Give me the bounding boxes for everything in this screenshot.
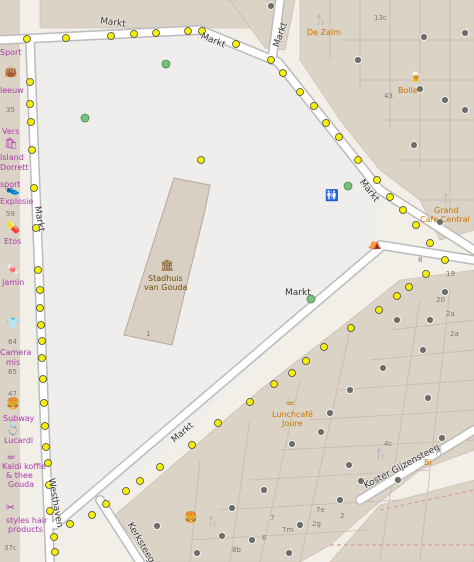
shop-icon[interactable]: 💊 <box>6 222 20 233</box>
fork-knife-icon[interactable]: 🍴 <box>314 14 328 25</box>
map-canvas <box>0 0 474 562</box>
cup-icon[interactable]: ☕ <box>285 396 295 407</box>
jewelry-icon[interactable]: 💍 <box>6 424 20 435</box>
food-icon[interactable]: 🍔 <box>6 398 20 409</box>
map-view[interactable]: Markt Markt Markt Markt Markt Markt West… <box>0 0 474 562</box>
shop-icon[interactable]: 🛍 <box>4 138 18 149</box>
toilets-icon[interactable]: 🚻 <box>325 190 339 201</box>
townhall-icon[interactable]: 🏛 <box>160 260 174 271</box>
food-icon[interactable]: 🍔 <box>184 512 198 523</box>
building-strip-west <box>0 0 20 562</box>
shop-icon[interactable]: 👟 <box>6 184 20 195</box>
hair-icon[interactable]: ✂ <box>6 502 15 513</box>
fork-knife-icon[interactable]: 🍴 <box>441 193 455 204</box>
drink-icon[interactable]: 🍺 <box>409 72 423 83</box>
cup-icon[interactable]: ☕ <box>6 450 16 461</box>
fork-knife-icon[interactable]: 🍴 <box>432 444 446 455</box>
shop-icon[interactable]: 👜 <box>4 66 18 77</box>
shelter-icon[interactable]: ⛺ <box>368 238 382 249</box>
fork-knife-icon[interactable]: 🍴 <box>206 516 220 527</box>
fork-knife-icon[interactable]: 🍴 <box>374 448 388 459</box>
shop-icon[interactable]: 🍬 <box>6 264 20 275</box>
clothes-icon[interactable]: 👕 <box>6 318 20 329</box>
